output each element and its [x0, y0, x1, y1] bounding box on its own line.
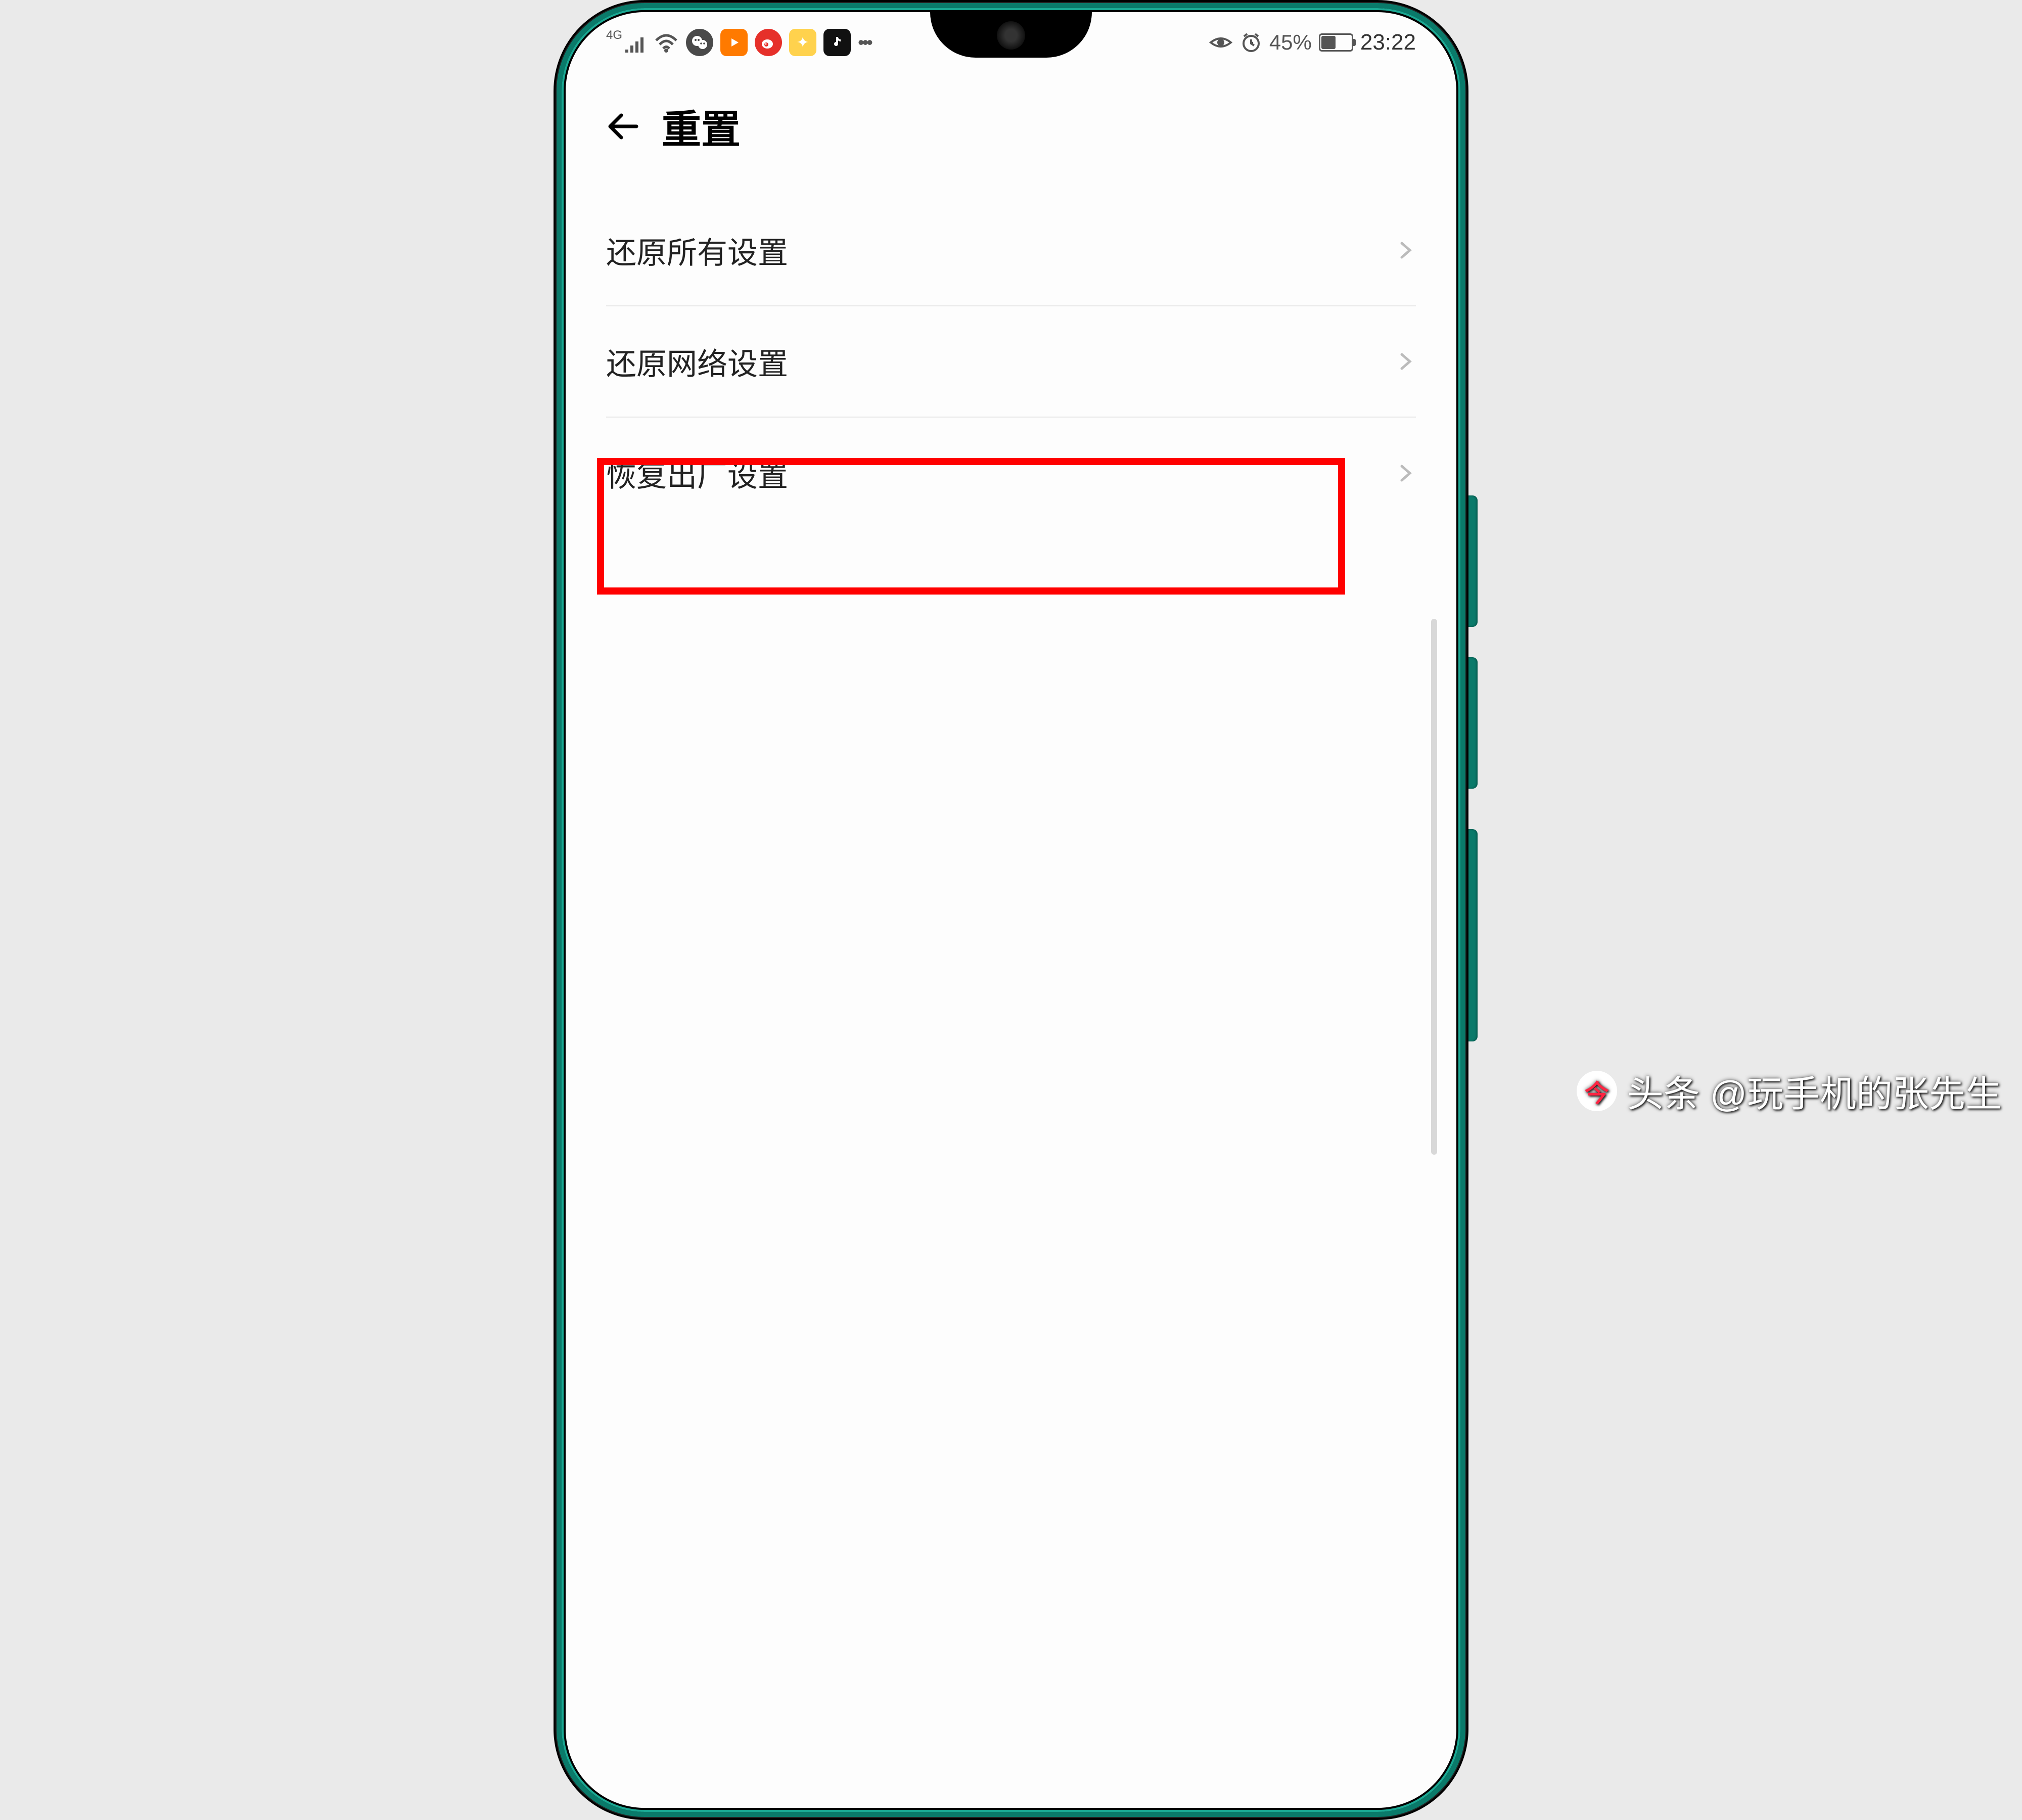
menu-label: 还原网络设置 [606, 340, 788, 384]
scrollbar[interactable] [1431, 619, 1437, 1155]
battery-percent: 45% [1269, 30, 1312, 55]
app-icon: ✦ [789, 29, 816, 56]
watermark-logo-icon: 今 [1577, 1071, 1617, 1111]
alarm-icon [1240, 31, 1262, 54]
notch [930, 12, 1092, 58]
side-button-power[interactable] [1468, 829, 1478, 1041]
back-button[interactable] [606, 109, 641, 144]
menu-label: 还原所有设置 [606, 229, 788, 272]
header: 重置 [566, 68, 1456, 195]
network-type-label: 4G [606, 28, 622, 42]
eye-comfort-icon [1209, 33, 1233, 52]
menu-item-reset-all[interactable]: 还原所有设置 [606, 195, 1416, 306]
chevron-right-icon [1396, 240, 1416, 260]
menu-label: 恢复出厂设置 [606, 451, 788, 495]
status-right: 45% 23:22 [1209, 30, 1416, 55]
weibo-icon [755, 29, 782, 56]
watermark: 今 头条 @玩手机的张先生 [1577, 1064, 2002, 1117]
watermark-brand: 头条 [1627, 1064, 1700, 1117]
tiktok-icon [823, 29, 851, 56]
screen: 4G ✦ ••• [566, 12, 1456, 1808]
phone-frame: 4G ✦ ••• [554, 0, 1468, 1820]
chevron-right-icon [1396, 463, 1416, 483]
more-icon: ••• [858, 32, 871, 53]
clock-time: 23:22 [1360, 30, 1416, 55]
menu-item-reset-network[interactable]: 还原网络设置 [606, 306, 1416, 418]
battery-icon [1319, 33, 1353, 52]
signal-icon [624, 32, 647, 53]
watermark-handle: @玩手机的张先生 [1710, 1064, 2002, 1117]
wifi-icon [654, 32, 679, 53]
video-app-icon [720, 29, 748, 56]
side-button-volume-up[interactable] [1468, 495, 1478, 627]
chevron-right-icon [1396, 351, 1416, 372]
menu-list: 还原所有设置 还原网络设置 恢复出厂设置 [566, 195, 1456, 529]
page-title: 重置 [662, 98, 741, 155]
side-button-volume-down[interactable] [1468, 657, 1478, 789]
status-left: 4G ✦ ••• [606, 29, 871, 56]
wechat-icon [686, 29, 713, 56]
menu-item-factory-reset[interactable]: 恢复出厂设置 [606, 418, 1416, 529]
